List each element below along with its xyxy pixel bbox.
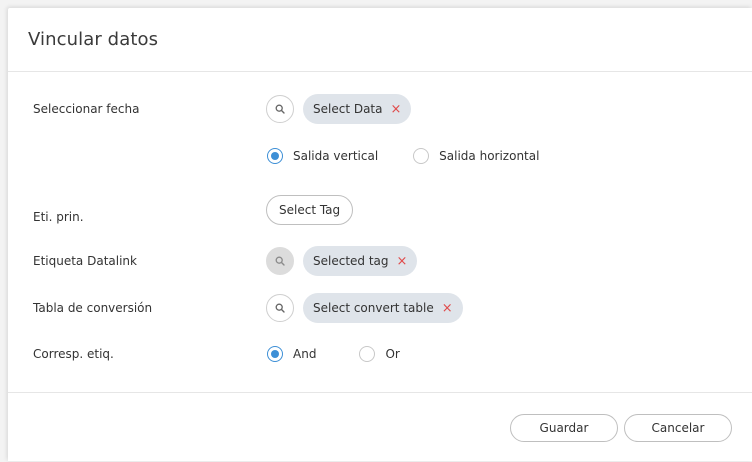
radio-and[interactable]: And [267,346,316,362]
select-tag-button[interactable]: Select Tag [266,195,354,225]
radio-and-label: And [293,347,317,361]
radio-vertical-label: Salida vertical [293,149,379,163]
date-control: Select Data × [266,94,412,124]
radio-horizontal-output[interactable]: Salida horizontal [413,148,539,164]
cancel-button[interactable]: Cancelar [624,414,732,442]
link-data-dialog: Vincular datos Seleccionar fecha Select … [8,8,752,461]
date-chip: Select Data × [303,94,412,124]
convert-table-row: Tabla de conversión Select convert table… [8,291,752,325]
convert-table-control: Select convert table × [266,293,463,323]
search-icon [275,104,285,114]
convert-table-chip-label: Select convert table [313,301,434,315]
output-radio-group: Salida vertical Salida horizontal [267,148,539,164]
dialog-footer: Guardar Cancelar [8,392,752,462]
convert-table-chip-remove-icon[interactable]: × [442,302,453,315]
radio-horizontal-label: Salida horizontal [439,149,540,163]
datalink-tag-control: Selected tag × [266,246,418,276]
main-tag-row: Eti. prin. Select Tag [8,193,752,227]
datalink-tag-row: Etiqueta Datalink Selected tag × [8,244,752,278]
datalink-tag-chip-remove-icon[interactable]: × [397,255,408,268]
dialog-header: Vincular datos [8,8,752,72]
main-tag-label: Eti. prin. [33,210,84,224]
output-row: Salida vertical Salida horizontal [8,139,752,173]
tag-match-row: Corresp. etiq. And Or [8,337,752,371]
datalink-search-button[interactable] [266,247,294,275]
date-chip-label: Select Data [313,102,383,116]
date-label: Seleccionar fecha [33,102,140,116]
convert-table-chip: Select convert table × [303,293,463,323]
radio-vertical-indicator[interactable] [267,148,283,164]
convert-table-label: Tabla de conversión [33,301,153,315]
radio-vertical-output[interactable]: Salida vertical [267,148,378,164]
radio-or[interactable]: Or [359,346,400,362]
radio-horizontal-indicator[interactable] [413,148,430,164]
radio-or-label: Or [385,347,400,361]
datalink-tag-label: Etiqueta Datalink [33,254,137,268]
search-icon [275,256,285,266]
datalink-tag-chip: Selected tag × [303,246,418,276]
convert-table-search-button[interactable] [266,294,294,322]
datalink-tag-chip-label: Selected tag [313,254,389,268]
tag-match-label: Corresp. etiq. [33,347,114,361]
search-icon [275,303,285,313]
date-search-button[interactable] [266,95,294,123]
main-tag-control: Select Tag [266,195,354,225]
dialog-title: Vincular datos [28,29,159,50]
date-chip-remove-icon[interactable]: × [391,103,402,116]
save-button[interactable]: Guardar [510,414,618,442]
radio-and-indicator[interactable] [267,346,283,362]
tag-match-radio-group: And Or [267,346,400,362]
radio-or-indicator[interactable] [359,346,376,362]
date-row: Seleccionar fecha Select Data × [8,92,752,126]
